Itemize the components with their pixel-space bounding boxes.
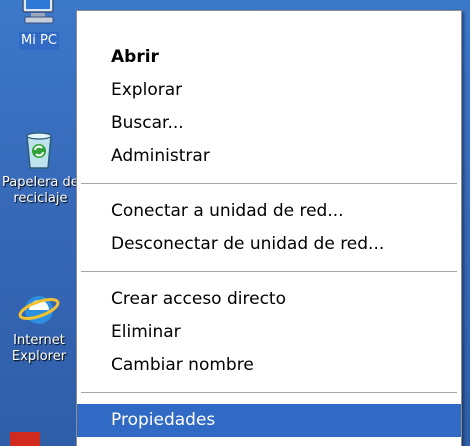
menu-separator [81,392,457,394]
recycle-bin-icon [17,128,61,172]
taskbar-corner [10,432,40,446]
desktop-icon-label: Internet Explorer [11,333,67,364]
menu-separator [81,183,457,185]
menu-item-conectar-unidad-red[interactable]: Conectar a unidad de red... [77,195,461,228]
context-menu: Abrir Explorar Buscar... Administrar Con… [76,10,462,446]
menu-item-crear-acceso-directo[interactable]: Crear acceso directo [77,283,461,316]
desktop-icon-label: Mi PC [19,32,59,50]
menu-item-desconectar-unidad-red[interactable]: Desconectar de unidad de red... [77,228,461,261]
menu-item-explorar[interactable]: Explorar [77,74,461,107]
desktop-icon-recycle-bin[interactable]: Papelera de reciclaje [0,128,79,208]
menu-item-abrir[interactable]: Abrir [77,41,461,74]
desktop: Mi PC Papelera de reciclaje Internet Exp… [0,0,470,446]
desktop-icon-label: Papelera de reciclaje [2,175,79,206]
computer-icon [17,0,61,30]
menu-item-administrar[interactable]: Administrar [77,140,461,173]
desktop-icon-my-pc[interactable]: Mi PC [0,0,78,50]
menu-item-eliminar[interactable]: Eliminar [77,316,461,349]
internet-explorer-icon [17,286,61,330]
menu-separator [81,271,457,273]
menu-item-cambiar-nombre[interactable]: Cambiar nombre [77,349,461,382]
menu-item-buscar[interactable]: Buscar... [77,107,461,140]
desktop-icon-internet-explorer[interactable]: Internet Explorer [0,286,78,366]
menu-item-propiedades[interactable]: Propiedades [77,404,461,437]
